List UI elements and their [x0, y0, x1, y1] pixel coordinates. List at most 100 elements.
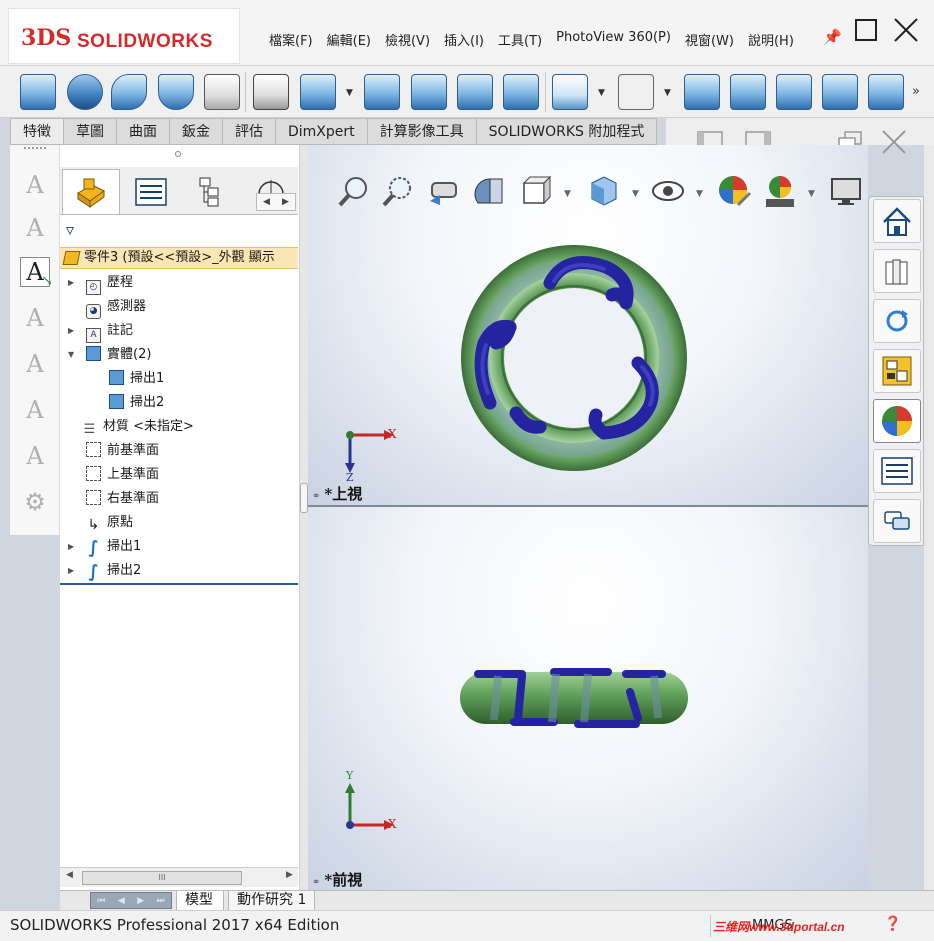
linear-note-pattern-icon[interactable]: A — [20, 303, 50, 333]
hide-show-dropdown-icon[interactable]: ▼ — [696, 189, 703, 199]
menu-tools[interactable]: 工具(T) — [491, 30, 549, 49]
scroll-left-icon[interactable]: ◀ — [66, 870, 73, 880]
expand-arrow-icon[interactable]: ▶ — [68, 272, 74, 294]
extruded-cut-icon[interactable] — [253, 74, 289, 110]
rollback-bar[interactable] — [60, 583, 298, 585]
tree-item-sensors[interactable]: ◕ 感測器 — [60, 296, 298, 319]
part-top-view[interactable] — [454, 243, 694, 483]
tab-feature-tree[interactable] — [62, 169, 120, 214]
swept-cut-icon[interactable] — [411, 74, 447, 110]
part-root-item[interactable]: 零件3 (預設<<預設>_外觀 顯示 — [60, 247, 298, 269]
lofted-boss-icon[interactable] — [158, 74, 194, 110]
tree-item-front-plane[interactable]: 前基準面 — [60, 440, 298, 462]
tab-features[interactable]: 特徵 — [10, 118, 64, 145]
intersect-icon[interactable] — [868, 74, 904, 110]
next-tab-icon[interactable]: ▶ — [137, 896, 144, 906]
tab-render-tools[interactable]: 計算影像工具 — [367, 118, 477, 145]
view-orientation-icon[interactable] — [518, 173, 554, 209]
menu-window[interactable]: 視窗(W) — [678, 30, 741, 49]
note-icon[interactable]: A — [20, 170, 50, 200]
zoom-to-fit-icon[interactable] — [336, 173, 372, 209]
menu-insert[interactable]: 插入(I) — [437, 30, 491, 49]
tab-surfaces[interactable]: 曲面 — [117, 118, 170, 145]
file-explorer-button[interactable] — [873, 299, 921, 343]
first-tab-icon[interactable]: ⏮ — [97, 896, 105, 906]
tab-sketch[interactable]: 草圖 — [64, 118, 117, 145]
tab-sheet-metal[interactable]: 鈑金 — [170, 118, 223, 145]
tab-nav-buttons[interactable]: ⏮ ◀ ▶ ⏭ — [90, 892, 172, 909]
tab-motion-study[interactable]: 動作研究 1 — [228, 891, 316, 911]
horizontal-scrollbar[interactable]: ◀ III ▶ — [60, 867, 298, 887]
tab-model[interactable]: 模型 — [176, 891, 224, 911]
panel-splitter[interactable] — [300, 145, 308, 890]
section-view-icon[interactable] — [472, 173, 508, 209]
surface-finish-icon[interactable]: A — [20, 441, 50, 471]
boundary-cut-icon[interactable] — [503, 74, 539, 110]
scroll-right-icon[interactable]: ▶ — [282, 197, 289, 207]
edit-appearance-icon[interactable] — [716, 173, 752, 209]
restore-window-button[interactable] — [844, 12, 888, 48]
menu-photoview[interactable]: PhotoView 360(P) — [549, 30, 678, 49]
linear-pattern-icon[interactable] — [618, 74, 654, 110]
graphics-area[interactable]: ▼ ▼ ▼ ▼ X Z ⚭ *上視 Y X ⚭ *前視 — [308, 145, 868, 890]
shell-icon[interactable] — [776, 74, 812, 110]
tree-item-material[interactable]: ☰ 材質 <未指定> — [60, 416, 298, 438]
part-front-view[interactable] — [458, 662, 690, 732]
tree-item-sweep1-feature[interactable]: ▶ ∫ 掃出1 — [60, 536, 298, 558]
tree-item-annotations[interactable]: ▶ A 註記 — [60, 320, 298, 343]
swept-boss-icon[interactable] — [111, 74, 147, 110]
tab-property-manager[interactable] — [122, 169, 180, 214]
format-painter-icon[interactable]: A ↘ — [20, 257, 53, 289]
close-window-button[interactable] — [884, 12, 928, 48]
rib-icon[interactable] — [684, 74, 720, 110]
fillet-icon[interactable] — [552, 74, 588, 110]
revolved-cut-icon[interactable] — [364, 74, 400, 110]
splitter-grip[interactable] — [300, 483, 308, 513]
tree-item-body-sweep2[interactable]: 掃出2 — [60, 392, 298, 414]
previous-view-icon[interactable] — [426, 173, 462, 209]
apply-scene-icon[interactable] — [762, 173, 798, 209]
tree-item-top-plane[interactable]: 上基準面 — [60, 464, 298, 486]
balloon-icon[interactable]: A — [20, 349, 50, 379]
extruded-boss-icon[interactable] — [20, 74, 56, 110]
close-doc-button[interactable] — [874, 124, 914, 160]
expand-arrow-icon[interactable]: ▶ — [68, 560, 74, 582]
link-views-icon[interactable]: ⚭ — [312, 877, 320, 888]
display-style-dropdown-icon[interactable]: ▼ — [632, 189, 639, 199]
pin-icon[interactable]: 📌 — [823, 28, 842, 46]
collapse-arrow-icon[interactable]: ▼ — [68, 344, 74, 366]
tree-item-right-plane[interactable]: 右基準面 — [60, 488, 298, 510]
weld-symbol-icon[interactable]: ⚙ — [20, 487, 50, 517]
hole-wizard-icon[interactable] — [300, 74, 336, 110]
viewport-top[interactable]: ▼ ▼ ▼ ▼ X Z ⚭ *上視 — [308, 145, 868, 505]
magnetic-line-icon[interactable]: A — [20, 395, 50, 425]
pattern-dropdown-icon[interactable]: ▼ — [664, 88, 671, 98]
boundary-boss-icon[interactable] — [204, 74, 240, 110]
tree-item-history[interactable]: ▶ ◴ 歷程 — [60, 272, 298, 295]
draft-icon[interactable] — [730, 74, 766, 110]
hide-show-items-icon[interactable] — [650, 173, 686, 209]
lofted-cut-icon[interactable] — [457, 74, 493, 110]
more-tools-icon[interactable]: » — [912, 84, 920, 99]
revolved-boss-icon[interactable] — [67, 74, 103, 110]
tab-addins[interactable]: SOLIDWORKS 附加程式 — [476, 118, 658, 145]
zoom-to-area-icon[interactable] — [380, 173, 416, 209]
panel-grip[interactable] — [175, 151, 181, 157]
custom-properties-button[interactable] — [873, 449, 921, 493]
design-library-button[interactable] — [873, 249, 921, 293]
prev-tab-icon[interactable]: ◀ — [118, 896, 125, 906]
hole-wizard-dropdown-icon[interactable]: ▼ — [346, 88, 353, 98]
tree-item-sweep2-feature[interactable]: ▶ ∫ 掃出2 — [60, 560, 298, 582]
last-tab-icon[interactable]: ⏭ — [157, 896, 165, 906]
solidworks-resources-button[interactable] — [873, 199, 921, 243]
link-views-icon[interactable]: ⚭ — [312, 491, 320, 502]
view-palette-button[interactable] — [873, 349, 921, 393]
menu-help[interactable]: 說明(H) — [741, 30, 801, 49]
appearances-scenes-button[interactable] — [873, 399, 921, 443]
help-icon[interactable]: ❓ — [884, 916, 901, 932]
tab-scroll-arrows[interactable]: ◀ ▶ — [256, 193, 296, 211]
tree-item-body-sweep1[interactable]: 掃出1 — [60, 368, 298, 390]
forum-button[interactable] — [873, 499, 921, 543]
tab-configuration-manager[interactable] — [182, 169, 240, 214]
expand-arrow-icon[interactable]: ▶ — [68, 536, 74, 558]
